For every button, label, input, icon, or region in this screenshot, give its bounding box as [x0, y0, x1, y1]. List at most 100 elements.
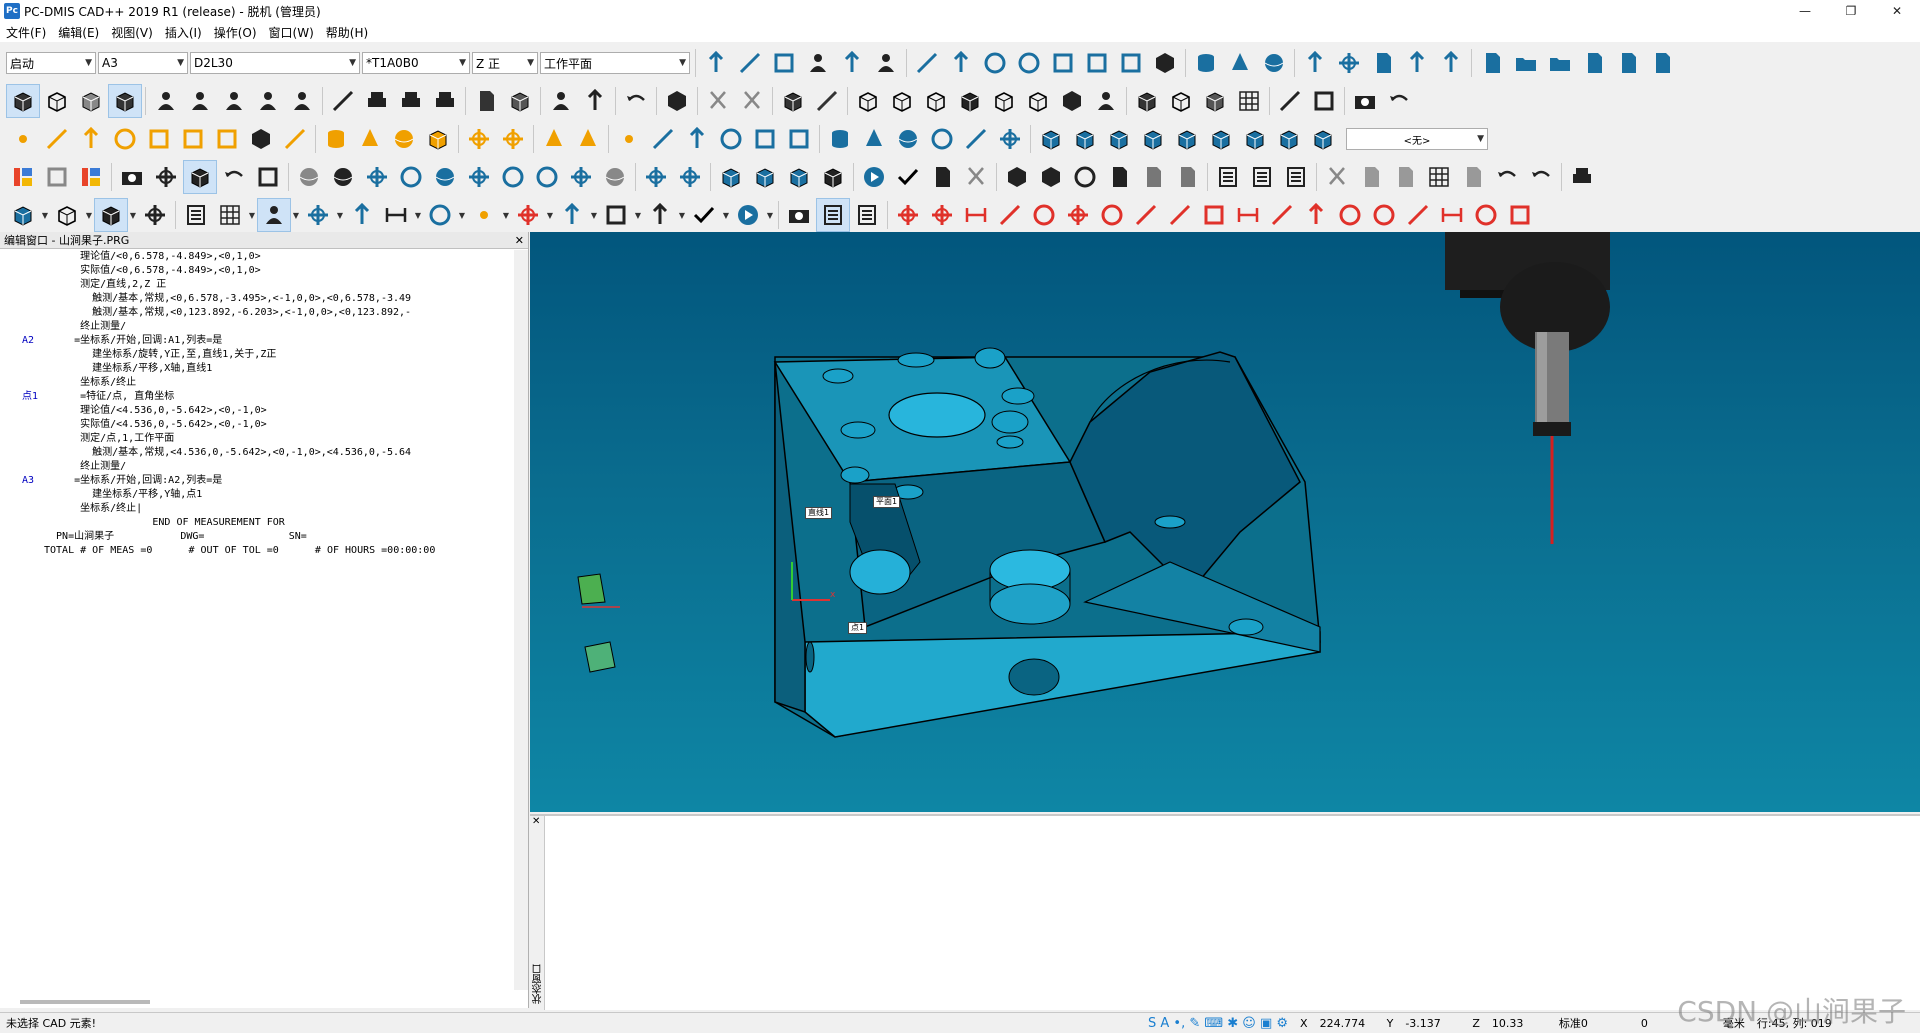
auto-flat-icon[interactable]: [421, 122, 455, 156]
auto-polygon-icon[interactable]: [244, 122, 278, 156]
report-tool-icon[interactable]: [816, 198, 850, 232]
code-line[interactable]: 建坐标系/平移,Y轴,点1: [0, 488, 510, 502]
scan-7-icon[interactable]: [496, 160, 530, 194]
zoom-window-icon[interactable]: [251, 160, 285, 194]
program-code[interactable]: 理论值/<0,6.578,-4.849>,<0,1,0> 实际值/<0,6.57…: [0, 250, 510, 558]
clipboard-icon[interactable]: [1456, 160, 1490, 194]
alignment-combo[interactable]: A3 ▼: [98, 52, 188, 74]
save-alignment-icon[interactable]: [1366, 46, 1400, 80]
dropdown-arrow-icon[interactable]: ▼: [457, 211, 467, 220]
solid-view-icon[interactable]: [6, 84, 40, 118]
code-line[interactable]: A2 =坐标系/开始,回调:A1,列表=是: [0, 334, 510, 348]
construct-line-icon[interactable]: [910, 46, 944, 80]
construct-slot-icon[interactable]: [1012, 46, 1046, 80]
auto-line-icon[interactable]: [40, 122, 74, 156]
menu-edit[interactable]: 编辑(E): [52, 24, 105, 41]
warning-icon[interactable]: [326, 84, 360, 118]
dim-true-position-icon[interactable]: [925, 198, 959, 232]
mode-combo[interactable]: 启动 ▼: [6, 52, 96, 74]
quick-3-icon[interactable]: [1102, 122, 1136, 156]
menu-insert[interactable]: 插入(I): [159, 24, 208, 41]
fit-all-icon[interactable]: [138, 198, 172, 232]
dropdown-arrow-icon[interactable]: ▼: [291, 211, 301, 220]
iterative-alignment-icon[interactable]: [1434, 46, 1468, 80]
save-as-icon[interactable]: [1645, 46, 1679, 80]
save-file-icon[interactable]: [1611, 46, 1645, 80]
dropdown-arrow-icon[interactable]: ▼: [677, 211, 687, 220]
new-file-icon[interactable]: [1475, 46, 1509, 80]
path-2-icon[interactable]: [673, 160, 707, 194]
code-line[interactable]: 测定/直线,2,Z 正: [0, 278, 510, 292]
auto-vector-icon[interactable]: [74, 122, 108, 156]
fit-view-icon[interactable]: [149, 160, 183, 194]
view-iso-1-icon[interactable]: [851, 84, 885, 118]
mark-icon[interactable]: [891, 160, 925, 194]
code-line[interactable]: 终止测量/: [0, 460, 510, 474]
probe-utilities-icon[interactable]: [869, 46, 903, 80]
probe-toggle-1-icon[interactable]: [149, 84, 183, 118]
user-view-icon[interactable]: [544, 84, 578, 118]
animate-icon[interactable]: [74, 84, 108, 118]
dim-surface-profile-icon[interactable]: [1333, 198, 1367, 232]
fixture-3-icon[interactable]: [428, 84, 462, 118]
code-line[interactable]: 触测/基本,常规,<0,6.578,-3.495>,<-1,0,0>,<0,6.…: [0, 292, 510, 306]
edit-window[interactable]: 编辑窗口 - 山涧果子.PRG ✕ 理论值/<0,6.578,-4.849>,<…: [0, 232, 529, 1008]
open-file-icon[interactable]: [1509, 46, 1543, 80]
dropdown-arrow-icon[interactable]: ▼: [128, 211, 138, 220]
meas-circle-icon[interactable]: [714, 122, 748, 156]
code-line[interactable]: END OF MEASUREMENT FOR: [0, 516, 510, 530]
probe-toggle-5-icon[interactable]: [285, 84, 319, 118]
construct-sphere-icon[interactable]: [1257, 46, 1291, 80]
construct-rect-slot-icon[interactable]: [1080, 46, 1114, 80]
bookmark-2-icon[interactable]: [1136, 160, 1170, 194]
copy-feature-icon[interactable]: [599, 198, 633, 232]
ime-icons[interactable]: S A •, ✎ ⌨ ✱ ☺ ▣ ⚙: [1142, 1016, 1294, 1031]
construct-cylinder-sec-icon[interactable]: [1046, 46, 1080, 80]
pack-1-icon[interactable]: [714, 160, 748, 194]
dim-runout-icon[interactable]: [1299, 198, 1333, 232]
close-file-icon[interactable]: [1577, 46, 1611, 80]
close-button[interactable]: ✕: [1874, 0, 1920, 22]
dim-distance-icon[interactable]: [959, 198, 993, 232]
stop-gray-icon[interactable]: [1034, 160, 1068, 194]
cut-icon[interactable]: [1320, 160, 1354, 194]
dim-cylindricity-icon[interactable]: [1129, 198, 1163, 232]
construct-cylinder-icon[interactable]: [1189, 46, 1223, 80]
cad-model[interactable]: [530, 232, 1920, 812]
status-window[interactable]: ✕ 状态窗口: [530, 814, 1920, 1010]
code-line[interactable]: 触测/基本,常规,<4.536,0,-5.642>,<0,-1,0>,<4.53…: [0, 446, 510, 460]
graphics-display-window[interactable]: 直线1 平面1 点1 x: [530, 232, 1920, 812]
auto-slot-icon[interactable]: [142, 122, 176, 156]
report-tool-2-icon[interactable]: [850, 198, 884, 232]
auto-star-icon[interactable]: [496, 122, 530, 156]
dropdown-arrow-icon[interactable]: ▼: [633, 211, 643, 220]
solid-mode-icon[interactable]: [50, 198, 84, 232]
camera-tool-icon[interactable]: [782, 198, 816, 232]
fixture-1-icon[interactable]: [360, 84, 394, 118]
code-line[interactable]: 触测/基本,常规,<0,123.892,-6.203>,<-1,0,0>,<0,…: [0, 306, 510, 320]
menu-help[interactable]: 帮助(H): [320, 24, 374, 41]
shade-2-icon[interactable]: [1164, 84, 1198, 118]
code-line[interactable]: TOTAL # OF MEAS =0 # OUT OF TOL =0 # OF …: [0, 544, 510, 558]
direction-combo[interactable]: Z 正 ▼: [472, 52, 538, 74]
auto-point-icon[interactable]: [6, 122, 40, 156]
print-icon[interactable]: [1565, 160, 1599, 194]
meas-ring-icon[interactable]: [925, 122, 959, 156]
code-line[interactable]: PN=山涧果子 DWG= SN=: [0, 530, 510, 544]
path-tool-icon[interactable]: [643, 198, 677, 232]
code-line[interactable]: 坐标系/终止|: [0, 502, 510, 516]
menu-operation[interactable]: 操作(O): [208, 24, 263, 41]
check-tool-icon[interactable]: [687, 198, 721, 232]
probe-readouts-icon[interactable]: [801, 46, 835, 80]
filter-gear-icon[interactable]: [571, 122, 605, 156]
clip-rect-icon[interactable]: [1307, 84, 1341, 118]
measure-cross-icon[interactable]: [511, 198, 545, 232]
construct-cone-icon[interactable]: [1223, 46, 1257, 80]
view-iso-6-icon[interactable]: [1021, 84, 1055, 118]
code-line[interactable]: 实际值/<0,6.578,-4.849>,<0,1,0>: [0, 264, 510, 278]
auto-cone-icon[interactable]: [353, 122, 387, 156]
code-line[interactable]: 终止测量/: [0, 320, 510, 334]
mark-doc-icon[interactable]: [925, 160, 959, 194]
digit-8-icon[interactable]: [660, 84, 694, 118]
construct-notch-icon[interactable]: [1114, 46, 1148, 80]
